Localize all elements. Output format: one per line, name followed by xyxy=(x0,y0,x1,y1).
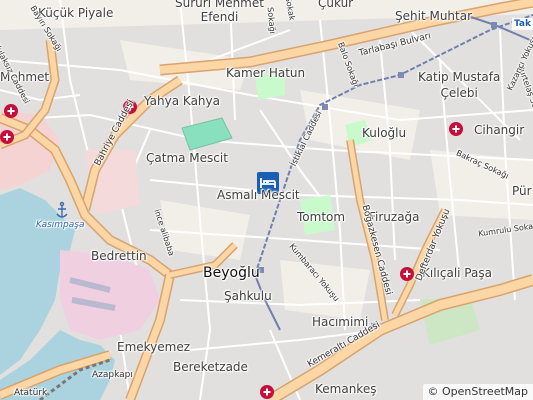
label-kasimpasa-water: Kasımpaşa xyxy=(36,220,85,230)
attribution[interactable]: © OpenStreetMap xyxy=(423,384,533,400)
label-katip-mustafa: Katip Mustafa Çelebi xyxy=(418,70,501,100)
label-firuzaga: Firuzağa xyxy=(369,210,420,224)
label-kamer-hatun: Kamer Hatun xyxy=(226,66,306,80)
label-emekyemez: Emekyemez xyxy=(117,340,191,354)
label-pur: Pür xyxy=(512,184,532,198)
label-azapkapi: Azapkapı xyxy=(92,370,133,380)
label-asmali-mescit: Asmalı Mescit xyxy=(217,188,300,202)
label-kemankes: Kemankeş xyxy=(315,382,377,396)
label-sururi: Sururi Mehmet Efendi xyxy=(175,0,264,24)
label-kucuk-piyale: Küçük Piyale xyxy=(38,6,114,20)
label-sehit-muhtar: Şehit Muhtar xyxy=(395,9,473,23)
label-sahkulu: Şahkulu xyxy=(224,289,272,303)
label-corner: Tak xyxy=(511,18,533,30)
label-yahya-kahya: Yahya Kahya xyxy=(144,94,220,108)
label-bereketzade: Bereketzade xyxy=(173,360,248,374)
label-bedrettin: Bedrettin xyxy=(91,249,147,263)
label-district-beyoglu: Beyoğlu xyxy=(203,265,260,281)
label-kilicali: Kılıçali Paşa xyxy=(422,266,492,280)
label-kuloglu: Kuloğlu xyxy=(362,126,407,140)
attribution-text[interactable]: © OpenStreetMap xyxy=(427,385,528,398)
label-cihangir: Cihangir xyxy=(474,123,525,137)
label-ataturk: Atatürk xyxy=(14,388,48,398)
label-hacimimi: Hacımimi xyxy=(312,315,369,329)
label-catma-mescit: Çatma Mescit xyxy=(146,151,228,165)
label-tomtom: Tomtom xyxy=(297,210,346,224)
map-view[interactable]: Küçük Piyale Sururi Mehmet Efendi Çukur … xyxy=(0,0,533,400)
label-cukur: Çukur xyxy=(318,0,354,10)
